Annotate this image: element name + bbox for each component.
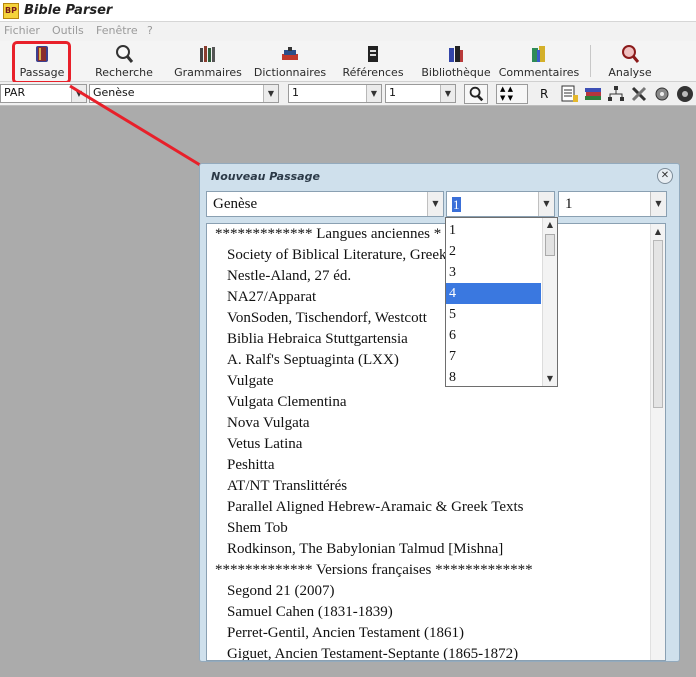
dropdown-option[interactable]: 3 [446, 262, 541, 283]
dropdown-option[interactable]: 8 [446, 367, 541, 388]
chevron-down-icon: ▼ [538, 192, 554, 216]
list-item[interactable]: Segond 21 (2007) [227, 583, 335, 600]
scrollbar-thumb[interactable] [545, 234, 555, 256]
version-list[interactable]: ************* Langues anciennes * Society… [206, 223, 666, 661]
nouveau-passage-dialog: Nouveau Passage ✕ Genèse ▼ 1 ▼ 1 ▼ *****… [199, 163, 680, 662]
dialog-verse-select[interactable]: 1 ▼ [558, 191, 667, 217]
dialog-chapter-select[interactable]: 1 ▼ [446, 191, 555, 217]
scroll-up-icon[interactable]: ▲ [543, 218, 557, 232]
version-group-header[interactable]: ************* Langues anciennes * [215, 226, 441, 243]
list-item[interactable]: Giguet, Ancien Testament-Septante (1865-… [227, 646, 518, 660]
selected-text-highlight: 1 [452, 197, 461, 212]
list-item[interactable]: Nova Vulgata [227, 415, 310, 432]
list-item[interactable]: Peshitta [227, 457, 275, 474]
dropdown-option[interactable]: 4 [446, 283, 541, 304]
dropdown-option[interactable]: 7 [446, 346, 541, 367]
list-item[interactable]: Parallel Aligned Hebrew-Aramaic & Greek … [227, 499, 523, 516]
dialog-book-value: Genèse [213, 196, 258, 212]
chapter-dropdown-list[interactable]: 12345678 ▲ ▼ [445, 217, 558, 387]
dialog-book-select[interactable]: Genèse ▼ [206, 191, 444, 217]
scroll-down-icon[interactable]: ▼ [543, 372, 557, 386]
list-item[interactable]: VonSoden, Tischendorf, Westcott [227, 310, 427, 327]
dropdown-option[interactable]: 2 [446, 241, 541, 262]
scrollbar-thumb[interactable] [653, 240, 663, 408]
list-item[interactable]: A. Ralf's Septuaginta (LXX) [227, 352, 399, 369]
list-item[interactable]: Vulgata Clementina [227, 394, 346, 411]
dropdown-option[interactable]: 1 [446, 220, 541, 241]
chevron-down-icon: ▼ [427, 192, 443, 216]
list-item[interactable]: Rodkinson, The Babylonian Talmud [Mishna… [227, 541, 503, 558]
dialog-title: Nouveau Passage [211, 170, 320, 183]
dropdown-scrollbar[interactable]: ▲ ▼ [542, 218, 557, 386]
version-group-header[interactable]: ************* Versions françaises ******… [215, 562, 533, 579]
list-item[interactable]: Shem Tob [227, 520, 288, 537]
dialog-verse-value: 1 [565, 196, 573, 212]
list-item[interactable]: Nestle-Aland, 27 éd. [227, 268, 351, 285]
dialog-chapter-value: 1 [453, 197, 460, 212]
dropdown-option[interactable]: 6 [446, 325, 541, 346]
list-item[interactable]: Perret-Gentil, Ancien Testament (1861) [227, 625, 464, 642]
list-item[interactable]: Biblia Hebraica Stuttgartensia [227, 331, 408, 348]
list-item[interactable]: Vetus Latina [227, 436, 302, 453]
scroll-up-icon[interactable]: ▲ [651, 224, 665, 239]
list-item[interactable]: Vulgate [227, 373, 274, 390]
list-item[interactable]: AT/NT Translittérés [227, 478, 347, 495]
chevron-down-icon: ▼ [650, 192, 666, 216]
close-icon[interactable]: ✕ [657, 168, 673, 184]
version-list-scrollbar[interactable]: ▲ [650, 224, 665, 660]
list-item[interactable]: NA27/Apparat [227, 289, 316, 306]
dropdown-option[interactable]: 5 [446, 304, 541, 325]
list-item[interactable]: Samuel Cahen (1831-1839) [227, 604, 393, 621]
